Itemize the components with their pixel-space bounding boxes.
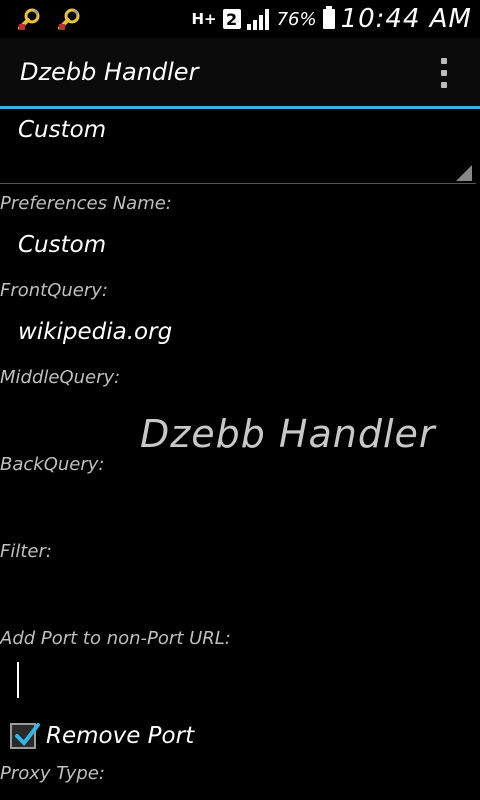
add-port-field[interactable] bbox=[0, 656, 480, 706]
front-query-label: FrontQuery: bbox=[0, 280, 108, 301]
add-port-label: Add Port to non-Port URL: bbox=[0, 628, 231, 649]
checkmark-icon bbox=[15, 723, 40, 747]
back-query-field[interactable] bbox=[0, 482, 480, 532]
preferences-name-label: Preferences Name: bbox=[0, 193, 172, 214]
battery-percent: 76% bbox=[276, 8, 317, 30]
status-bar: H+ 2 76% 10:44 AM bbox=[0, 0, 480, 38]
wrench-notification-icon bbox=[18, 8, 40, 30]
spinner-selected-value: Custom bbox=[18, 117, 107, 143]
watermark-logo: Dzebb Handler bbox=[140, 412, 436, 456]
wrench-notification-icon bbox=[58, 8, 80, 30]
notification-icons bbox=[16, 6, 82, 32]
proxy-type-label: Proxy Type: bbox=[0, 763, 105, 784]
battery-icon bbox=[322, 6, 335, 29]
overflow-menu-icon[interactable] bbox=[440, 58, 448, 88]
spinner-dropdown-icon bbox=[456, 165, 472, 181]
middle-query-label: MiddleQuery: bbox=[0, 367, 121, 388]
text-cursor bbox=[17, 662, 19, 698]
clock: 10:44 AM bbox=[340, 4, 472, 34]
filter-field[interactable] bbox=[0, 569, 480, 619]
remove-port-checkbox[interactable] bbox=[10, 723, 40, 749]
filter-label: Filter: bbox=[0, 541, 52, 562]
back-query-label: BackQuery: bbox=[0, 454, 105, 475]
remove-port-label: Remove Port bbox=[46, 723, 195, 749]
network-type-indicator: H+ bbox=[191, 10, 217, 28]
front-query-field[interactable]: wikipedia.org bbox=[18, 319, 172, 345]
action-bar: Dzebb Handler bbox=[0, 38, 480, 106]
sim-indicator: 2 bbox=[222, 9, 241, 29]
signal-icon bbox=[246, 9, 269, 30]
app-title: Dzebb Handler bbox=[20, 58, 199, 86]
status-indicators: H+ 2 76% 10:44 AM bbox=[191, 2, 472, 36]
preferences-name-field[interactable]: Custom bbox=[18, 232, 106, 258]
preferences-spinner[interactable]: Custom bbox=[0, 109, 476, 184]
remove-port-checkbox-row[interactable]: Remove Port bbox=[10, 718, 194, 754]
